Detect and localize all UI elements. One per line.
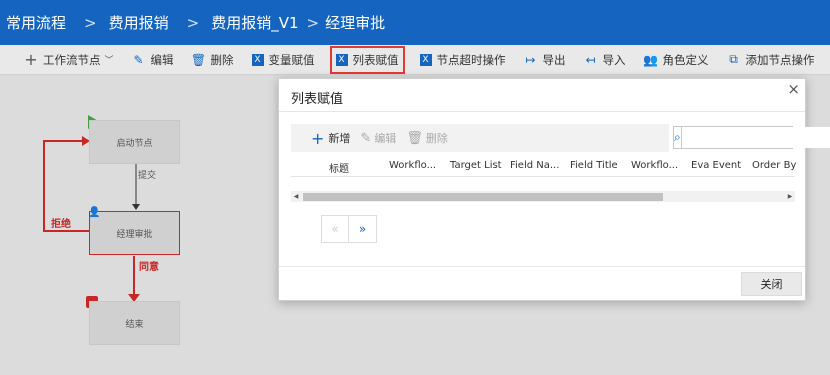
dialog-title: 列表赋值 (291, 92, 344, 107)
delete-button[interactable]: 🗑 删除 (190, 49, 234, 71)
node-end[interactable]: 结束 (89, 301, 180, 345)
divider (279, 266, 805, 267)
toolbar-label: 添加节点操作 (745, 52, 815, 67)
scroll-left-icon[interactable]: ◀ (291, 191, 301, 202)
breadcrumb-current: 经理审批 (325, 14, 386, 32)
excel-icon: X (251, 53, 264, 66)
add-label: 新增 (328, 132, 351, 145)
toolbar-label: 节点超时操作 (436, 52, 506, 67)
delete-label: 删除 (425, 132, 448, 145)
excel-icon: X (419, 53, 432, 66)
edge-label-submit: 提交 (138, 171, 157, 181)
export-icon: ↦ (525, 52, 536, 67)
edit-button[interactable]: ✎ 编辑 (360, 130, 396, 146)
toolbar-label: 编辑 (150, 52, 174, 67)
edge-label-reject: 拒绝 (51, 219, 71, 230)
trash-icon: 🗑 (406, 130, 423, 146)
list-assign-button[interactable]: X 列表赋值 (329, 45, 405, 74)
edge-label-approve: 同意 (139, 262, 159, 273)
import-icon: ↤ (585, 52, 596, 67)
scrollbar-thumb[interactable] (303, 193, 663, 201)
divider (279, 111, 805, 112)
column-header[interactable]: Workflo... (389, 160, 436, 171)
edit-button[interactable]: ✎ 编辑 (132, 49, 174, 71)
prev-page-button[interactable]: « (322, 216, 349, 242)
breadcrumb-item-2[interactable]: 费用报销_V1 (211, 12, 298, 33)
toolbar-label: 导入 (602, 52, 626, 67)
search-input[interactable] (681, 127, 830, 148)
breadcrumb-item-0[interactable]: 常用流程 (6, 12, 66, 33)
column-header[interactable]: Field Na... (510, 160, 559, 171)
close-button[interactable]: 关闭 (741, 272, 802, 296)
breadcrumb-separator: > (84, 13, 97, 32)
workflow-node-dropdown[interactable]: + 工作流节点 ﹀ (24, 49, 114, 71)
column-header[interactable]: Field Title (570, 160, 618, 171)
edit-label: 编辑 (374, 132, 397, 145)
import-button[interactable]: ↤ 导入 (584, 49, 626, 71)
variable-assign-button[interactable]: X 变量赋值 (251, 49, 315, 71)
scroll-right-icon[interactable]: ▶ (785, 191, 795, 202)
column-header[interactable]: Eva Event (691, 160, 741, 171)
search-icon[interactable]: ⌕ (674, 127, 682, 148)
app-header: 常用流程 > 费用报销 > 费用报销_V1 > 经理审批 (0, 0, 830, 45)
main-toolbar: + 工作流节点 ﹀ ✎ 编辑 🗑 删除 X 变量赋值 X 列表赋值 X 节点超时… (0, 45, 830, 75)
breadcrumb-separator: > (186, 13, 200, 32)
add-button[interactable]: + 新增 (311, 129, 350, 148)
chevron-down-icon: ﹀ (104, 56, 114, 66)
breadcrumb-item-1[interactable]: 费用报销 (109, 12, 169, 33)
trash-icon: 🗑 (190, 52, 207, 67)
horizontal-scrollbar[interactable]: ◀ ▶ (291, 191, 795, 202)
next-page-button[interactable]: » (349, 216, 376, 242)
search-box: ⌕ (673, 126, 830, 149)
pencil-icon: ✎ (360, 130, 372, 146)
excel-icon: X (335, 53, 348, 66)
list-assign-dialog: 列表赋值 × + 新增 ✎ 编辑 🗑 删除 ⌕ 标题 Workflo... Ta… (278, 78, 830, 301)
export-button[interactable]: ↦ 导出 (524, 49, 566, 71)
toolbar-label: 删除 (210, 52, 234, 67)
pencil-icon: ✎ (133, 52, 144, 67)
column-header[interactable]: Workflo... (631, 160, 678, 171)
plus-icon: + (311, 128, 325, 148)
toolbar-label: 工作流节点 (43, 52, 101, 67)
add-op-icon: ⧉ (729, 52, 738, 66)
breadcrumb-separator: > (306, 13, 320, 32)
toolbar-label: 列表赋值 (352, 52, 399, 67)
edge-submit-arrowhead (132, 204, 140, 210)
column-header[interactable]: 标题 (329, 160, 349, 175)
pagination: « » (321, 215, 377, 243)
role-define-button[interactable]: 👥 角色定义 (643, 49, 709, 71)
column-header[interactable]: Order By (752, 160, 796, 171)
toolbar-label: 变量赋值 (268, 52, 315, 67)
toolbar-label: 角色定义 (662, 52, 709, 67)
node-manager-approval[interactable]: 经理审批 (89, 211, 180, 255)
node-start[interactable]: 启动节点 (89, 120, 180, 164)
toolbar-label: 导出 (542, 52, 566, 67)
users-icon: 👥 (643, 52, 658, 67)
column-header[interactable]: Target List (450, 160, 502, 171)
user-icon: 👤 (88, 207, 101, 218)
close-icon[interactable]: × (787, 80, 800, 98)
node-timeout-button[interactable]: X 节点超时操作 (419, 49, 506, 71)
delete-button[interactable]: 🗑 删除 (406, 130, 448, 146)
grid-header: 标题 Workflo... Target List Field Na... Fi… (291, 155, 796, 177)
grid-toolbar: + 新增 ✎ 编辑 🗑 删除 (291, 124, 669, 152)
plus-icon: + (24, 50, 38, 69)
add-node-op-button[interactable]: ⧉ 添加节点操作 (727, 49, 815, 71)
